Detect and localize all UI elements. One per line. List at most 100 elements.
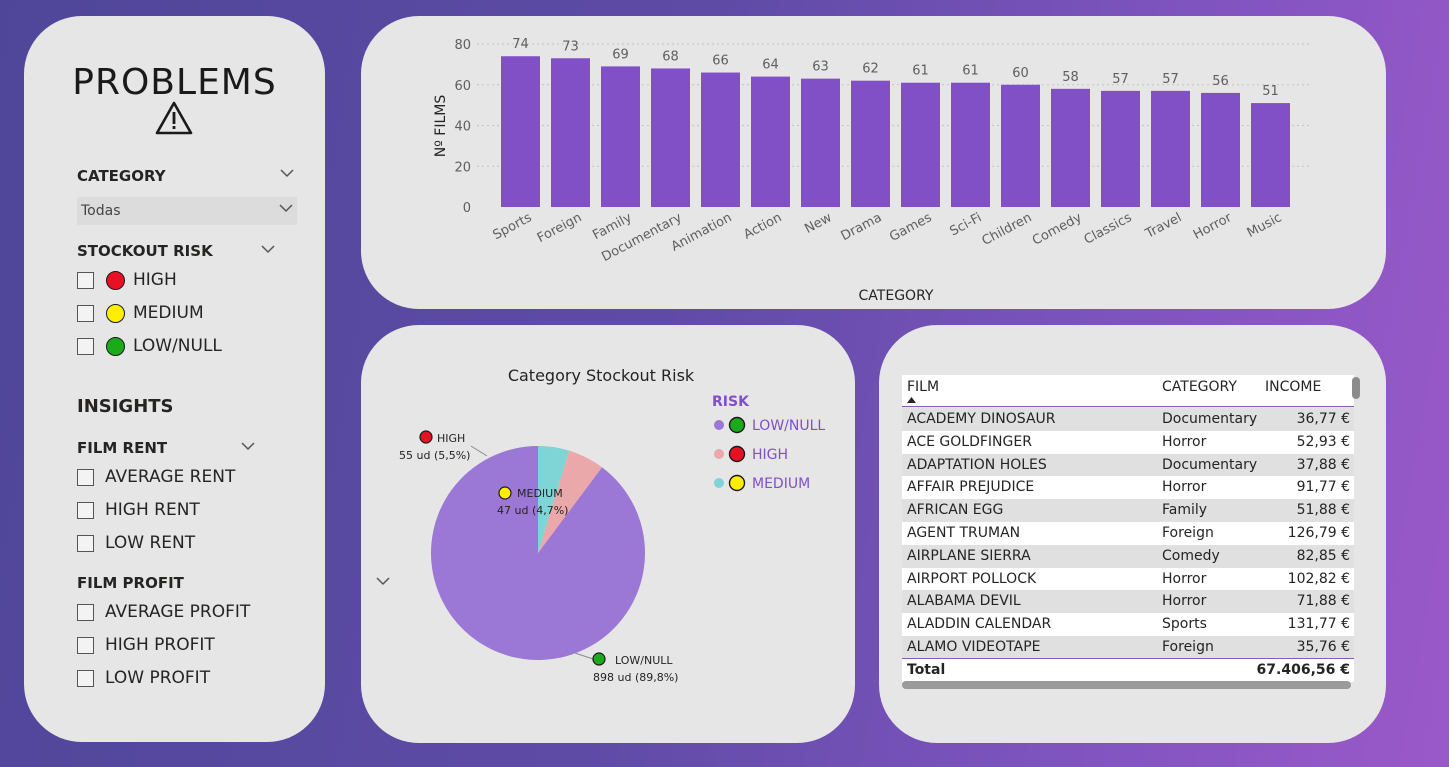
income-cell: 35,76 € <box>1296 639 1350 655</box>
film-cell: ACE GOLDFINGER <box>907 433 1032 450</box>
risk-option-label: MEDIUM <box>133 303 204 323</box>
legend-label[interactable]: HIGH <box>752 447 788 463</box>
table-row[interactable]: AFRICAN EGG Family 51,88 € <box>902 499 1354 523</box>
film-profit-filter-label: FILM PROFIT <box>77 574 184 592</box>
bar[interactable] <box>601 66 640 207</box>
category-dropdown-value: Todas <box>81 203 121 219</box>
rent-option-label: AVERAGE RENT <box>105 467 236 487</box>
film-cell: ALADDIN CALENDAR <box>907 616 1052 633</box>
risk-option-high[interactable]: HIGH <box>77 270 177 290</box>
bar[interactable] <box>951 82 990 207</box>
y-axis-title: Nº FILMS <box>433 95 449 158</box>
rent-option-label: HIGH RENT <box>105 500 200 520</box>
bar[interactable] <box>901 82 940 207</box>
risk-option-low-null[interactable]: LOW/NULL <box>77 336 222 356</box>
film-cell: AFFAIR PREJUDICE <box>907 479 1035 496</box>
checkbox[interactable] <box>77 603 94 621</box>
status-dot-icon <box>419 430 433 444</box>
checkbox[interactable] <box>77 501 94 519</box>
red-dot-icon <box>106 270 125 290</box>
film-cell: ALABAMA DEVIL <box>907 593 1021 610</box>
slice-value-label: 55 ud (5,5%) <box>399 449 470 462</box>
film-income-table-card: FILM CATEGORY INCOME ACADEMY DINOSAUR Doc… <box>879 325 1386 743</box>
bar[interactable] <box>1051 88 1090 207</box>
checkbox[interactable] <box>77 337 94 355</box>
table-row[interactable]: AFFAIR PREJUDICE Horror 91,77 € <box>902 476 1354 500</box>
data-label: 58 <box>1062 70 1079 85</box>
bar[interactable] <box>551 58 590 208</box>
table-row[interactable]: AIRPORT POLLOCK Horror 102,82 € <box>902 567 1354 591</box>
stockout-risk-filter-label: STOCKOUT RISK <box>77 242 213 260</box>
bar[interactable] <box>751 76 790 207</box>
profit-option-high[interactable]: HIGH PROFIT <box>77 635 215 655</box>
rent-option-average[interactable]: AVERAGE RENT <box>77 467 235 487</box>
income-cell: 91,77 € <box>1296 479 1350 496</box>
category-dropdown[interactable]: Todas <box>77 197 297 225</box>
x-tick-label: Sports <box>491 210 535 243</box>
table-row[interactable]: ADAPTATION HOLES Documentary 37,88 € <box>902 453 1354 477</box>
bar[interactable] <box>701 72 740 208</box>
legend-title: RISK <box>712 394 750 410</box>
bar[interactable] <box>851 80 890 207</box>
checkbox[interactable] <box>77 636 94 654</box>
bar[interactable] <box>651 68 690 207</box>
status-dot-icon <box>728 474 746 492</box>
checkbox[interactable] <box>77 271 94 289</box>
total-label: Total <box>907 662 946 678</box>
profit-option-average[interactable]: AVERAGE PROFIT <box>77 602 250 622</box>
chevron-down-icon[interactable] <box>376 577 390 586</box>
legend-label[interactable]: MEDIUM <box>752 476 810 492</box>
category-cell: Documentary <box>1162 411 1258 427</box>
column-header-category[interactable]: CATEGORY <box>1162 379 1237 395</box>
rent-option-high[interactable]: HIGH RENT <box>77 500 200 520</box>
checkbox[interactable] <box>77 304 94 322</box>
chevron-down-icon[interactable] <box>261 245 275 254</box>
x-tick-label: Classics <box>1082 210 1135 248</box>
legend-marker <box>714 420 724 430</box>
bar[interactable] <box>1001 84 1040 207</box>
checkbox[interactable] <box>77 468 94 486</box>
column-header-income[interactable]: INCOME <box>1265 379 1321 395</box>
table-row[interactable]: ALADDIN CALENDAR Sports 131,77 € <box>902 613 1354 637</box>
income-cell: 52,93 € <box>1296 433 1350 450</box>
table-row[interactable]: ALAMO VIDEOTAPE Foreign 35,76 € <box>902 636 1354 659</box>
category-cell: Sports <box>1162 616 1207 633</box>
checkbox[interactable] <box>77 669 94 687</box>
income-cell: 126,79 € <box>1287 525 1350 541</box>
bar[interactable] <box>801 78 840 207</box>
y-tick-label: 20 <box>454 160 471 175</box>
x-tick-label: Games <box>887 210 934 245</box>
legend-label[interactable]: LOW/NULL <box>752 418 825 434</box>
bar[interactable] <box>1151 90 1190 207</box>
status-dot-icon <box>728 445 746 463</box>
data-label: 56 <box>1212 74 1229 89</box>
table-row[interactable]: AIRPLANE SIERRA Comedy 82,85 € <box>902 544 1354 568</box>
checkbox[interactable] <box>77 534 94 552</box>
chevron-down-icon <box>279 204 293 213</box>
bar[interactable] <box>1251 103 1290 207</box>
x-tick-label: Travel <box>1142 210 1184 242</box>
vertical-scrollbar[interactable] <box>1352 377 1360 399</box>
bar[interactable] <box>1101 90 1140 207</box>
bar[interactable] <box>1201 92 1240 207</box>
risk-option-medium[interactable]: MEDIUM <box>77 303 204 323</box>
horizontal-scrollbar[interactable] <box>902 681 1351 689</box>
table-row[interactable]: ALABAMA DEVIL Horror 71,88 € <box>902 590 1354 614</box>
profit-option-low[interactable]: LOW PROFIT <box>77 668 210 688</box>
data-label: 63 <box>812 60 829 75</box>
table-row[interactable]: ACADEMY DINOSAUR Documentary 36,77 € <box>902 408 1354 431</box>
category-cell: Horror <box>1162 570 1207 587</box>
data-label: 64 <box>762 58 779 73</box>
bar[interactable] <box>501 56 540 207</box>
legend-marker <box>714 449 724 459</box>
x-tick-label: New <box>802 210 834 237</box>
chevron-down-icon[interactable] <box>280 169 294 178</box>
table-row[interactable]: AGENT TRUMAN Foreign 126,79 € <box>902 522 1354 545</box>
table-row[interactable]: ACE GOLDFINGER Horror 52,93 € <box>902 430 1354 454</box>
table-total-row: Total 67.406,56 € <box>902 658 1354 682</box>
data-label: 61 <box>912 64 929 79</box>
chevron-down-icon[interactable] <box>241 442 255 451</box>
status-dot-icon <box>592 652 606 666</box>
column-header-film[interactable]: FILM <box>907 379 939 395</box>
rent-option-low[interactable]: LOW RENT <box>77 533 195 553</box>
